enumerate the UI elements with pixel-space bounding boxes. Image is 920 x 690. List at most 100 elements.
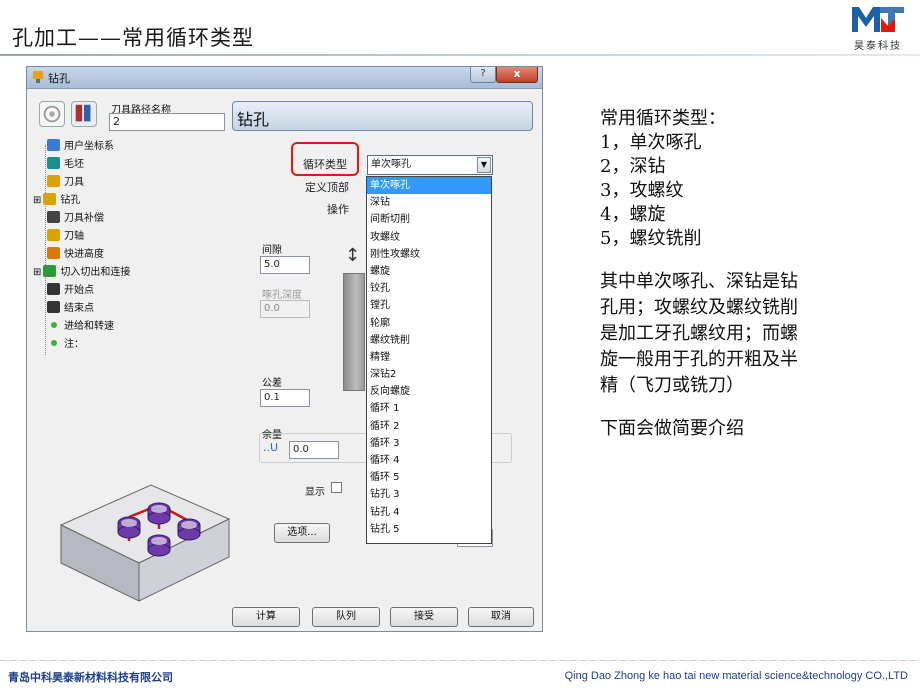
tree-item[interactable]: 快进高度 <box>47 247 104 263</box>
panel-header: 钻孔 <box>232 101 533 131</box>
notes-paragraph: 其中单次啄孔、深钻是钻 孔用；攻螺纹及螺纹铣削 是加工牙孔螺纹用；而螺 旋一般用… <box>600 269 870 399</box>
notes-paragraph-line: 其中单次啄孔、深钻是钻 <box>600 271 798 292</box>
tree-item[interactable]: 毛坯 <box>47 157 84 173</box>
tree-item-label: 用户坐标系 <box>64 141 114 152</box>
cycle-option[interactable]: 钻孔 4 <box>367 504 491 521</box>
tree-item[interactable]: 进给和转速 <box>47 319 114 335</box>
logo-mark-icon <box>852 7 904 32</box>
footer-company-cn: 青岛中科昊泰新材料科技有限公司 <box>8 671 173 684</box>
drill-icon <box>43 193 57 205</box>
notes-heading: 常用循环类型： <box>600 108 726 129</box>
cycle-type-select[interactable]: 单次啄孔 ▼ <box>367 155 493 175</box>
chevron-down-icon[interactable]: ▼ <box>477 157 491 173</box>
tolerance-input[interactable]: 0.1 <box>260 389 310 407</box>
close-button[interactable]: x <box>496 67 538 83</box>
toolpath-preview-icon[interactable] <box>71 101 97 127</box>
cycle-option[interactable]: 钻孔 3 <box>367 486 491 503</box>
tree-item[interactable]: 结束点 <box>47 301 94 317</box>
toolpath-name-input[interactable]: 2 <box>109 113 225 131</box>
notes-paragraph-line: 旋一般用于孔的开粗及半 <box>600 349 798 370</box>
clearance-label: 间隙 <box>262 245 282 256</box>
cycle-option[interactable]: 攻螺纹 <box>367 229 491 246</box>
rapid-height-icon <box>47 247 60 259</box>
notes-closing: 下面会做简要介绍 <box>600 418 744 439</box>
cycle-option[interactable]: 循环 4 <box>367 452 491 469</box>
notes-item: 3，攻螺纹 <box>600 180 684 201</box>
panel-header-title: 钻孔 <box>237 110 270 129</box>
cycle-option[interactable]: 镗孔 <box>367 297 491 314</box>
tree-item[interactable]: 刀具补偿 <box>47 211 104 227</box>
cycle-option[interactable]: 深钻 <box>367 194 491 211</box>
cycle-option[interactable]: 反向螺旋 <box>367 383 491 400</box>
header-divider <box>0 54 920 56</box>
tree-item-label: 刀具补偿 <box>64 213 104 224</box>
peck-depth-label: 啄孔深度 <box>262 290 302 301</box>
notes-text: 常用循环类型： 1，单次啄孔 2，深钻 3，攻螺纹 4，螺旋 5，螺纹铣削 其中… <box>600 107 870 441</box>
define-top-label: 定义顶部 <box>305 181 349 194</box>
footer-divider <box>0 660 920 661</box>
cycle-option[interactable]: 轮廓 <box>367 315 491 332</box>
drill-icon <box>33 71 43 83</box>
cycle-option[interactable]: 间断切削 <box>367 211 491 228</box>
cancel-button[interactable]: 取消 <box>468 607 534 627</box>
tool-axis-icon <box>47 229 60 241</box>
cycle-type-dropdown[interactable]: 单次啄孔 深钻 间断切削 攻螺纹 刚性攻螺纹 螺旋 铰孔 镗孔 轮廓 螺纹铣削 精镗 深钻2 反向螺旋循… <box>366 176 492 544</box>
tool-comp-icon <box>47 211 60 223</box>
start-point-icon <box>47 283 60 295</box>
settings-tree: 用户坐标系毛坯刀具 ⊞ 钻孔刀具补偿刀轴快进高度 ⊞ 切入切出和连接开始点结束点进给和转… <box>33 139 233 355</box>
tree-item[interactable]: 注： <box>47 337 84 353</box>
cycle-option[interactable]: 螺纹铣削 <box>367 332 491 349</box>
cycle-option[interactable]: 刚性攻螺纹 <box>367 246 491 263</box>
slide-title: 孔加工——常用循环类型 <box>12 26 254 50</box>
notes-paragraph-line: 孔用；攻螺纹及螺纹铣削 <box>600 297 798 318</box>
tree-item-label: 刀轴 <box>64 231 84 242</box>
tree-item-label: 钻孔 <box>60 195 81 206</box>
cycle-option[interactable]: 深钻2 <box>367 366 491 383</box>
cycle-option[interactable]: 循环 3 <box>367 435 491 452</box>
options-button[interactable]: 选项... <box>274 523 330 543</box>
note-icon <box>51 340 57 346</box>
cycle-option[interactable]: 螺旋 <box>367 263 491 280</box>
toolpath-type-icon[interactable] <box>39 101 65 127</box>
expand-icon[interactable]: ⊞ <box>33 267 41 278</box>
dialog-title: 钻孔 <box>48 72 70 85</box>
tool-icon <box>47 175 60 187</box>
cycle-option[interactable]: 循环 5 <box>367 469 491 486</box>
drilling-dialog: 钻孔 ? x 刀具路径名称 2 用户坐标系 毛坯 刀具 ⊞ 钻孔 刀具补偿 刀轴 快进高度 ⊞ 切… <box>26 66 543 632</box>
cycle-option[interactable]: 循环 1 <box>367 400 491 417</box>
tree-item[interactable]: ⊞ 切入切出和连接 <box>33 265 130 281</box>
tree-item[interactable]: 刀轴 <box>47 229 84 245</box>
help-button[interactable]: ? <box>470 67 496 83</box>
tree-item-label: 切入切出和连接 <box>60 267 131 278</box>
allowance-input[interactable]: 0.0 <box>289 441 339 459</box>
peck-depth-input[interactable]: 0.0 <box>260 300 310 318</box>
tree-item[interactable]: ⊞ 钻孔 <box>33 193 80 209</box>
tree-item[interactable]: 刀具 <box>47 175 84 191</box>
tree-connector <box>45 145 46 355</box>
tree-item-label: 刀具 <box>64 177 84 188</box>
cycle-option[interactable]: 钻孔 5 <box>367 521 491 538</box>
dialog-titlebar[interactable]: 钻孔 ? x <box>27 67 542 89</box>
display-checkbox[interactable] <box>331 482 342 493</box>
cycle-option[interactable]: 循环 2 <box>367 418 491 435</box>
block-icon <box>47 157 60 169</box>
cycle-option[interactable]: 铰孔 <box>367 280 491 297</box>
footer-company-en: Qing Dao Zhong ke hao tai new material s… <box>564 670 908 682</box>
depth-arrow-icon: ↕ <box>345 245 361 266</box>
tree-item[interactable]: 开始点 <box>47 283 94 299</box>
cycle-option[interactable]: 精镗 <box>367 349 491 366</box>
notes-item: 2，深钻 <box>600 156 666 177</box>
display-label: 显示 <box>305 487 325 498</box>
tree-item-label: 开始点 <box>64 285 94 296</box>
expand-icon[interactable]: ⊞ <box>33 195 41 206</box>
cycle-option[interactable]: 单次啄孔 <box>367 177 491 195</box>
calculate-button[interactable]: 计算 <box>232 607 300 627</box>
tree-item[interactable]: 用户坐标系 <box>47 139 114 155</box>
accept-button[interactable]: 接受 <box>390 607 458 627</box>
feed-speed-icon <box>51 322 57 328</box>
clearance-input[interactable]: 5.0 <box>260 256 310 274</box>
tree-item-label: 结束点 <box>64 303 94 314</box>
queue-button[interactable]: 队列 <box>312 607 380 627</box>
operation-label: 操作 <box>327 203 349 216</box>
tree-item-label: 进给和转速 <box>64 321 114 332</box>
